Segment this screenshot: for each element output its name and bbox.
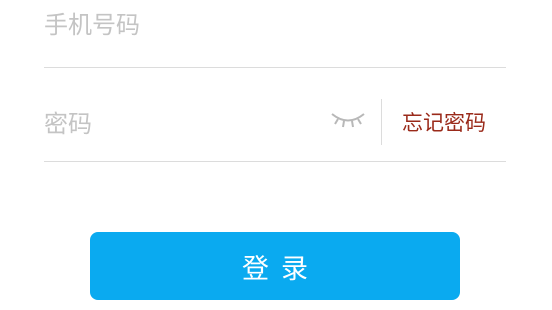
eye-closed-icon[interactable]: [330, 108, 366, 132]
phone-row: [44, 0, 506, 68]
login-form: 忘记密码 登录: [0, 0, 552, 310]
login-button[interactable]: 登录: [90, 232, 460, 300]
phone-input[interactable]: [44, 7, 484, 43]
vertical-divider: [381, 99, 382, 145]
forgot-password-link[interactable]: 忘记密码: [402, 108, 486, 138]
password-row: 忘记密码: [44, 68, 506, 162]
password-input[interactable]: [44, 106, 314, 142]
